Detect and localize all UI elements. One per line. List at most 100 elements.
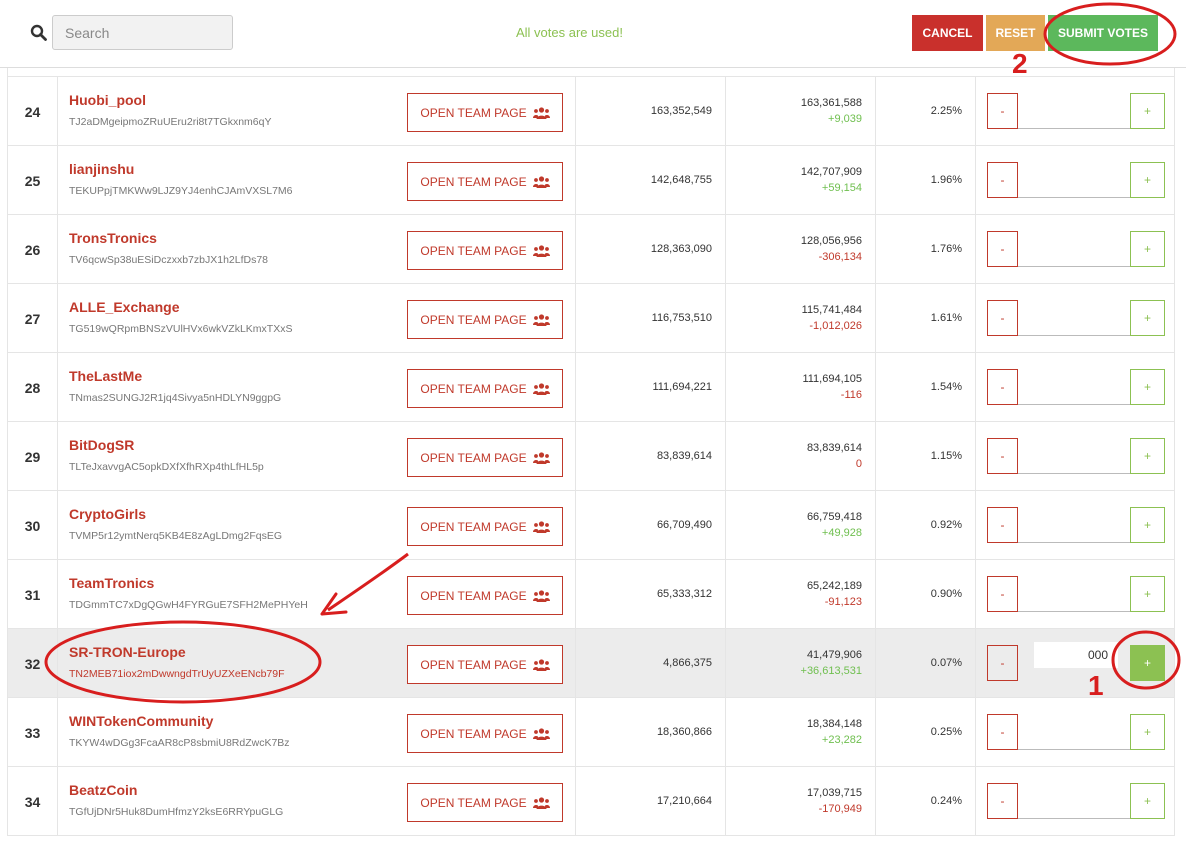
candidate-name-link[interactable]: BeatzCoin xyxy=(69,782,137,798)
column-divider xyxy=(725,767,726,835)
increase-vote-button[interactable]: + xyxy=(1130,231,1165,267)
candidate-name-link[interactable]: ALLE_Exchange xyxy=(69,299,179,315)
column-divider xyxy=(725,422,726,490)
column-divider xyxy=(875,698,876,766)
open-team-page-button[interactable]: OPEN TEAM PAGE xyxy=(407,231,563,270)
increase-vote-button[interactable]: + xyxy=(1130,93,1165,129)
decrease-vote-button[interactable]: - xyxy=(987,714,1018,750)
candidate-address: TGfUjDNr5Huk8DumHfmzY2ksE6RRYpuGLG xyxy=(69,806,284,818)
vote-amount-input[interactable] xyxy=(1018,576,1130,612)
open-team-page-label: OPEN TEAM PAGE xyxy=(420,795,527,810)
open-team-page-button[interactable]: OPEN TEAM PAGE xyxy=(407,507,563,546)
vote-amount-input[interactable] xyxy=(1018,300,1130,336)
column-divider xyxy=(725,215,726,283)
column-divider xyxy=(57,629,58,697)
increase-vote-button[interactable]: + xyxy=(1130,369,1165,405)
total-votes: 163,352,549 xyxy=(650,105,712,117)
vote-amount-input[interactable] xyxy=(1018,369,1130,405)
decrease-vote-button[interactable]: - xyxy=(987,645,1018,681)
decrease-vote-button[interactable]: - xyxy=(987,783,1018,819)
decrease-vote-button[interactable]: - xyxy=(987,231,1018,267)
open-team-page-button[interactable]: OPEN TEAM PAGE xyxy=(407,783,563,822)
candidate-name-link[interactable]: TeamTronics xyxy=(69,575,154,591)
column-divider xyxy=(575,560,576,628)
rank-number: 32 xyxy=(24,655,41,672)
vote-amount-input[interactable] xyxy=(1018,438,1130,474)
vote-amount-input[interactable] xyxy=(1034,642,1118,668)
candidate-name-link[interactable]: Huobi_pool xyxy=(69,92,146,108)
vote-amount-input[interactable] xyxy=(1018,231,1130,267)
open-team-page-button[interactable]: OPEN TEAM PAGE xyxy=(407,162,563,201)
column-divider xyxy=(725,698,726,766)
cancel-button[interactable]: CANCEL xyxy=(912,15,983,51)
candidate-address: TKYW4wDGg3FcaAR8cP8sbmiU8RdZwcK7Bz xyxy=(69,737,290,749)
column-divider xyxy=(57,77,58,145)
vote-amount-input[interactable] xyxy=(1018,507,1130,543)
users-icon xyxy=(532,658,550,671)
decrease-vote-button[interactable]: - xyxy=(987,93,1018,129)
increase-vote-button[interactable]: + xyxy=(1130,507,1165,543)
column-divider xyxy=(57,215,58,283)
users-icon xyxy=(532,796,550,809)
open-team-page-button[interactable]: OPEN TEAM PAGE xyxy=(407,645,563,684)
open-team-page-button[interactable]: OPEN TEAM PAGE xyxy=(407,93,563,132)
current-votes: 163,361,588 xyxy=(800,97,862,109)
open-team-page-button[interactable]: OPEN TEAM PAGE xyxy=(407,369,563,408)
column-divider xyxy=(57,767,58,835)
increase-vote-button[interactable]: + xyxy=(1130,576,1165,612)
current-votes: 65,242,189 xyxy=(806,580,862,592)
table-row: 34 BeatzCoin TGfUjDNr5Huk8DumHfmzY2ksE6RRY… xyxy=(7,767,1175,836)
increase-vote-button[interactable]: + xyxy=(1130,438,1165,474)
open-team-page-button[interactable]: OPEN TEAM PAGE xyxy=(407,714,563,753)
open-team-page-button[interactable]: OPEN TEAM PAGE xyxy=(407,576,563,615)
candidate-name-link[interactable]: BitDogSR xyxy=(69,437,134,453)
column-divider xyxy=(875,77,876,145)
open-team-page-button[interactable]: OPEN TEAM PAGE xyxy=(407,438,563,477)
column-divider xyxy=(575,215,576,283)
column-divider xyxy=(975,560,976,628)
column-divider xyxy=(575,629,576,697)
submit-votes-button[interactable]: SUBMIT VOTES xyxy=(1048,15,1158,51)
decrease-vote-button[interactable]: - xyxy=(987,576,1018,612)
decrease-vote-button[interactable]: - xyxy=(987,300,1018,336)
decrease-vote-button[interactable]: - xyxy=(987,162,1018,198)
candidate-name-link[interactable]: lianjinshu xyxy=(69,161,134,177)
rank-number: 31 xyxy=(24,586,41,603)
vote-amount-input[interactable] xyxy=(1018,714,1130,750)
increase-vote-button[interactable]: + xyxy=(1130,300,1165,336)
candidate-name-link[interactable]: SR-TRON-Europe xyxy=(69,644,186,660)
decrease-vote-button[interactable]: - xyxy=(987,369,1018,405)
increase-vote-button[interactable]: + xyxy=(1130,714,1165,750)
column-divider xyxy=(725,284,726,352)
users-icon xyxy=(532,313,550,326)
column-divider xyxy=(575,77,576,145)
vote-percentage: 1.54% xyxy=(930,381,962,393)
increase-vote-button[interactable]: + xyxy=(1130,783,1165,819)
vote-amount-input[interactable] xyxy=(1018,783,1130,819)
users-icon xyxy=(532,382,550,395)
vote-percentage: 0.25% xyxy=(930,726,962,738)
users-icon xyxy=(532,727,550,740)
open-team-page-button[interactable]: OPEN TEAM PAGE xyxy=(407,300,563,339)
column-divider xyxy=(975,698,976,766)
toolbar: All votes are used! CANCEL RESET SUBMIT … xyxy=(0,0,1186,68)
vote-amount-input[interactable] xyxy=(1018,162,1130,198)
column-divider xyxy=(575,146,576,214)
table-row: 25 lianjinshu TEKUPpjTMKWw9LJZ9YJ4enhCJAmV… xyxy=(7,146,1175,215)
candidate-name-link[interactable]: CryptoGirls xyxy=(69,506,146,522)
increase-vote-button[interactable]: + xyxy=(1130,645,1165,681)
reset-button[interactable]: RESET xyxy=(986,15,1045,51)
candidate-name-link[interactable]: TronsTronics xyxy=(69,230,157,246)
candidate-address: TVMP5r12ymtNerq5KB4E8zAgLDmg2FqsEG xyxy=(69,530,282,542)
increase-vote-button[interactable]: + xyxy=(1130,162,1165,198)
candidate-address: TNmas2SUNGJ2R1jq4Sivya5nHDLYN9ggpG xyxy=(69,392,282,404)
column-divider xyxy=(57,284,58,352)
vote-percentage: 1.61% xyxy=(930,312,962,324)
vote-amount-input[interactable] xyxy=(1018,93,1130,129)
column-divider xyxy=(725,491,726,559)
candidate-name-link[interactable]: WINTokenCommunity xyxy=(69,713,213,729)
search-input[interactable] xyxy=(52,15,233,50)
decrease-vote-button[interactable]: - xyxy=(987,507,1018,543)
candidate-name-link[interactable]: TheLastMe xyxy=(69,368,142,384)
decrease-vote-button[interactable]: - xyxy=(987,438,1018,474)
